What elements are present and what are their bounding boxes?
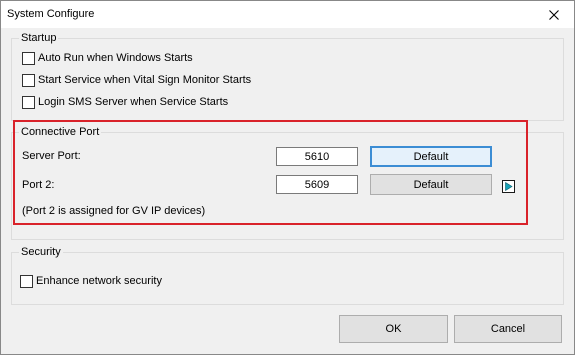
login-sms-checkbox[interactable] xyxy=(22,95,35,109)
login-sms-label: Login SMS Server when Service Starts xyxy=(38,96,229,108)
server-port-default-button[interactable]: Default xyxy=(370,146,492,167)
enhance-security-option[interactable]: Enhance network security xyxy=(20,273,162,289)
title-bar: System Configure xyxy=(1,1,574,28)
connective-port-group-label: Connective Port xyxy=(19,126,102,138)
port2-default-button[interactable]: Default xyxy=(370,174,492,195)
enhance-security-checkbox[interactable] xyxy=(20,274,33,288)
auto-run-checkbox[interactable] xyxy=(22,51,35,65)
enhance-security-label: Enhance network security xyxy=(36,275,162,287)
port2-label: Port 2: xyxy=(22,179,55,191)
start-service-checkbox[interactable] xyxy=(22,73,35,87)
port2-note: (Port 2 is assigned for GV IP devices) xyxy=(22,205,206,217)
server-port-label: Server Port: xyxy=(22,150,81,162)
close-button[interactable] xyxy=(534,1,574,28)
close-icon xyxy=(549,9,559,20)
start-service-option[interactable]: Start Service when Vital Sign Monitor St… xyxy=(22,72,251,88)
auto-run-label: Auto Run when Windows Starts xyxy=(38,52,193,64)
play-arrow-icon xyxy=(505,182,513,191)
auto-run-option[interactable]: Auto Run when Windows Starts xyxy=(22,50,193,66)
system-configure-dialog: System Configure Startup Auto Run when W… xyxy=(0,0,575,355)
port2-expand-button[interactable] xyxy=(502,180,515,193)
startup-group-label: Startup xyxy=(19,32,59,44)
cancel-button[interactable]: Cancel xyxy=(454,315,562,343)
port2-input[interactable] xyxy=(276,175,358,194)
security-group-label: Security xyxy=(19,246,63,258)
ok-button[interactable]: OK xyxy=(339,315,448,343)
server-port-input[interactable] xyxy=(276,147,358,166)
login-sms-option[interactable]: Login SMS Server when Service Starts xyxy=(22,94,228,110)
window-title: System Configure xyxy=(7,8,95,20)
start-service-label: Start Service when Vital Sign Monitor St… xyxy=(38,74,252,86)
